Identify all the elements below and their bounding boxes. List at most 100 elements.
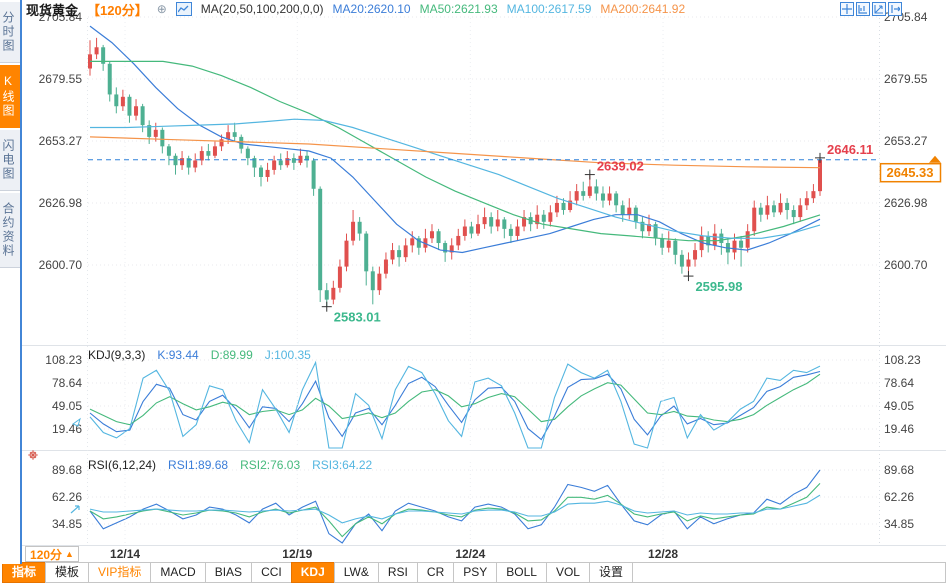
ma-chart-icon[interactable] xyxy=(175,2,192,16)
period-label: 120分 xyxy=(30,547,63,562)
rsi-title[interactable]: RSI(6,12,24) xyxy=(88,458,156,472)
ma200-value: MA200:2641.92 xyxy=(600,2,686,16)
candle xyxy=(673,240,678,255)
ma100-value: MA100:2617.59 xyxy=(506,2,592,16)
candle xyxy=(811,191,816,199)
tab-indicator[interactable]: 指标 xyxy=(2,562,47,583)
candle xyxy=(331,287,336,300)
pan-icon[interactable] xyxy=(840,2,854,16)
ind-tick-left: 89.68 xyxy=(52,463,82,477)
candle xyxy=(620,205,625,215)
candle xyxy=(199,151,204,161)
tab-rsi[interactable]: RSI xyxy=(377,562,418,583)
tab-cr[interactable]: CR xyxy=(416,562,455,583)
candle xyxy=(495,219,500,227)
ind-tick-left: 19.46 xyxy=(52,422,82,436)
extreme-price-label: 2583.01 xyxy=(334,310,381,325)
ind-tick-right: 78.64 xyxy=(884,376,914,390)
extreme-price-label: 2595.98 xyxy=(695,279,742,294)
candle xyxy=(291,158,296,163)
kdj-k-value: K:93.44 xyxy=(157,348,199,362)
extreme-price-label: 2646.11 xyxy=(827,142,873,157)
toolbar-spacer xyxy=(631,562,946,583)
ind-tick-left: 62.26 xyxy=(52,490,82,504)
tab-bias[interactable]: BIAS xyxy=(204,562,253,583)
candle xyxy=(377,273,382,291)
tab-template[interactable]: 模板 xyxy=(45,562,90,583)
sidebar-item-lightning-chart[interactable]: 闪电图 xyxy=(0,130,20,191)
add-indicator-icon[interactable]: ⊕ xyxy=(157,2,167,16)
price-tick-right: 2626.98 xyxy=(884,196,928,210)
trading-app-window: 2705.84 2705.84 2679.55 2679.55 2653.27 2653.… xyxy=(0,0,946,583)
candle xyxy=(771,205,776,213)
tab-cci[interactable]: CCI xyxy=(251,562,292,583)
rsi3-value: RSI3:64.22 xyxy=(312,458,373,472)
candle xyxy=(120,96,125,107)
sidebar-item-contract-info[interactable]: 合约资料 xyxy=(0,193,20,268)
ind-tick-left: 34.85 xyxy=(52,517,82,531)
candle xyxy=(351,221,356,241)
tab-boll[interactable]: BOLL xyxy=(496,562,547,583)
detach-window-icon[interactable] xyxy=(888,2,902,16)
candle xyxy=(245,148,250,159)
tab-lw[interactable]: LW& xyxy=(333,562,379,583)
candle xyxy=(265,169,270,177)
candle xyxy=(390,250,395,260)
candle xyxy=(712,233,717,246)
candle xyxy=(429,231,434,239)
tab-settings[interactable]: 设置 xyxy=(588,562,633,583)
tab-psy[interactable]: PSY xyxy=(453,562,498,583)
candle xyxy=(482,217,487,225)
candle xyxy=(765,205,770,215)
j-line xyxy=(89,360,821,449)
ind-tick-right: 19.46 xyxy=(884,422,914,436)
candle xyxy=(278,160,283,166)
candle xyxy=(600,193,605,201)
kdj-j-value: J:100.35 xyxy=(264,348,311,362)
candle xyxy=(679,254,684,267)
chart-window-controls xyxy=(840,2,902,16)
candle xyxy=(627,207,632,215)
tab-macd[interactable]: MACD xyxy=(150,562,206,583)
rsi1-value: RSI1:89.68 xyxy=(168,458,229,472)
ma-settings-label[interactable]: MA(20,50,100,200,0,0) xyxy=(201,2,324,16)
candle xyxy=(462,226,467,236)
candle xyxy=(693,250,698,260)
candle xyxy=(785,202,790,211)
ind-tick-right: 108.23 xyxy=(884,353,921,367)
candle xyxy=(581,191,586,196)
tab-kdj[interactable]: KDJ xyxy=(290,562,335,583)
axis-scale-icon[interactable] xyxy=(856,2,870,16)
period-selector-button[interactable]: 120分 ▲ xyxy=(25,546,79,562)
d-line xyxy=(89,373,821,426)
kdj-header: KDJ(9,3,3) K:93.44 D:89.99 J:100.35 xyxy=(88,348,311,362)
candle xyxy=(791,210,796,218)
candle xyxy=(127,96,132,116)
candle xyxy=(515,226,520,236)
kdj-title[interactable]: KDJ(9,3,3) xyxy=(88,348,145,362)
candle xyxy=(456,235,461,246)
candle xyxy=(594,186,599,194)
candle xyxy=(719,233,724,244)
ma200-line xyxy=(89,136,821,169)
candle xyxy=(107,63,112,95)
candle xyxy=(357,221,362,234)
price-tick-right: 2653.27 xyxy=(884,134,928,148)
candle xyxy=(561,202,566,211)
candle xyxy=(364,233,369,272)
price-up-arrow-icon xyxy=(929,155,941,163)
tab-vol[interactable]: VOL xyxy=(545,562,590,583)
candle xyxy=(324,290,329,300)
trend-tool-icon[interactable] xyxy=(872,2,886,16)
arrow-up-right-icon xyxy=(70,505,80,514)
tab-vip-indicator[interactable]: VIP指标 xyxy=(88,562,152,583)
candle xyxy=(752,207,757,232)
ind-tick-right: 49.05 xyxy=(884,399,914,413)
time-axis: 120分 ▲ 12/14 12/19 12/24 12/28 xyxy=(0,545,946,562)
sidebar-item-time-chart[interactable]: 分时图 xyxy=(0,2,20,63)
candle xyxy=(666,240,671,248)
period-tag[interactable]: 【120分】 xyxy=(87,0,148,19)
ind-tick-left: 78.64 xyxy=(52,376,82,390)
sidebar-item-kline-chart[interactable]: K线图 xyxy=(0,65,20,128)
chart-canvas[interactable]: 2705.84 2705.842679.55 2679.552653.27 2653.… xyxy=(0,0,946,583)
